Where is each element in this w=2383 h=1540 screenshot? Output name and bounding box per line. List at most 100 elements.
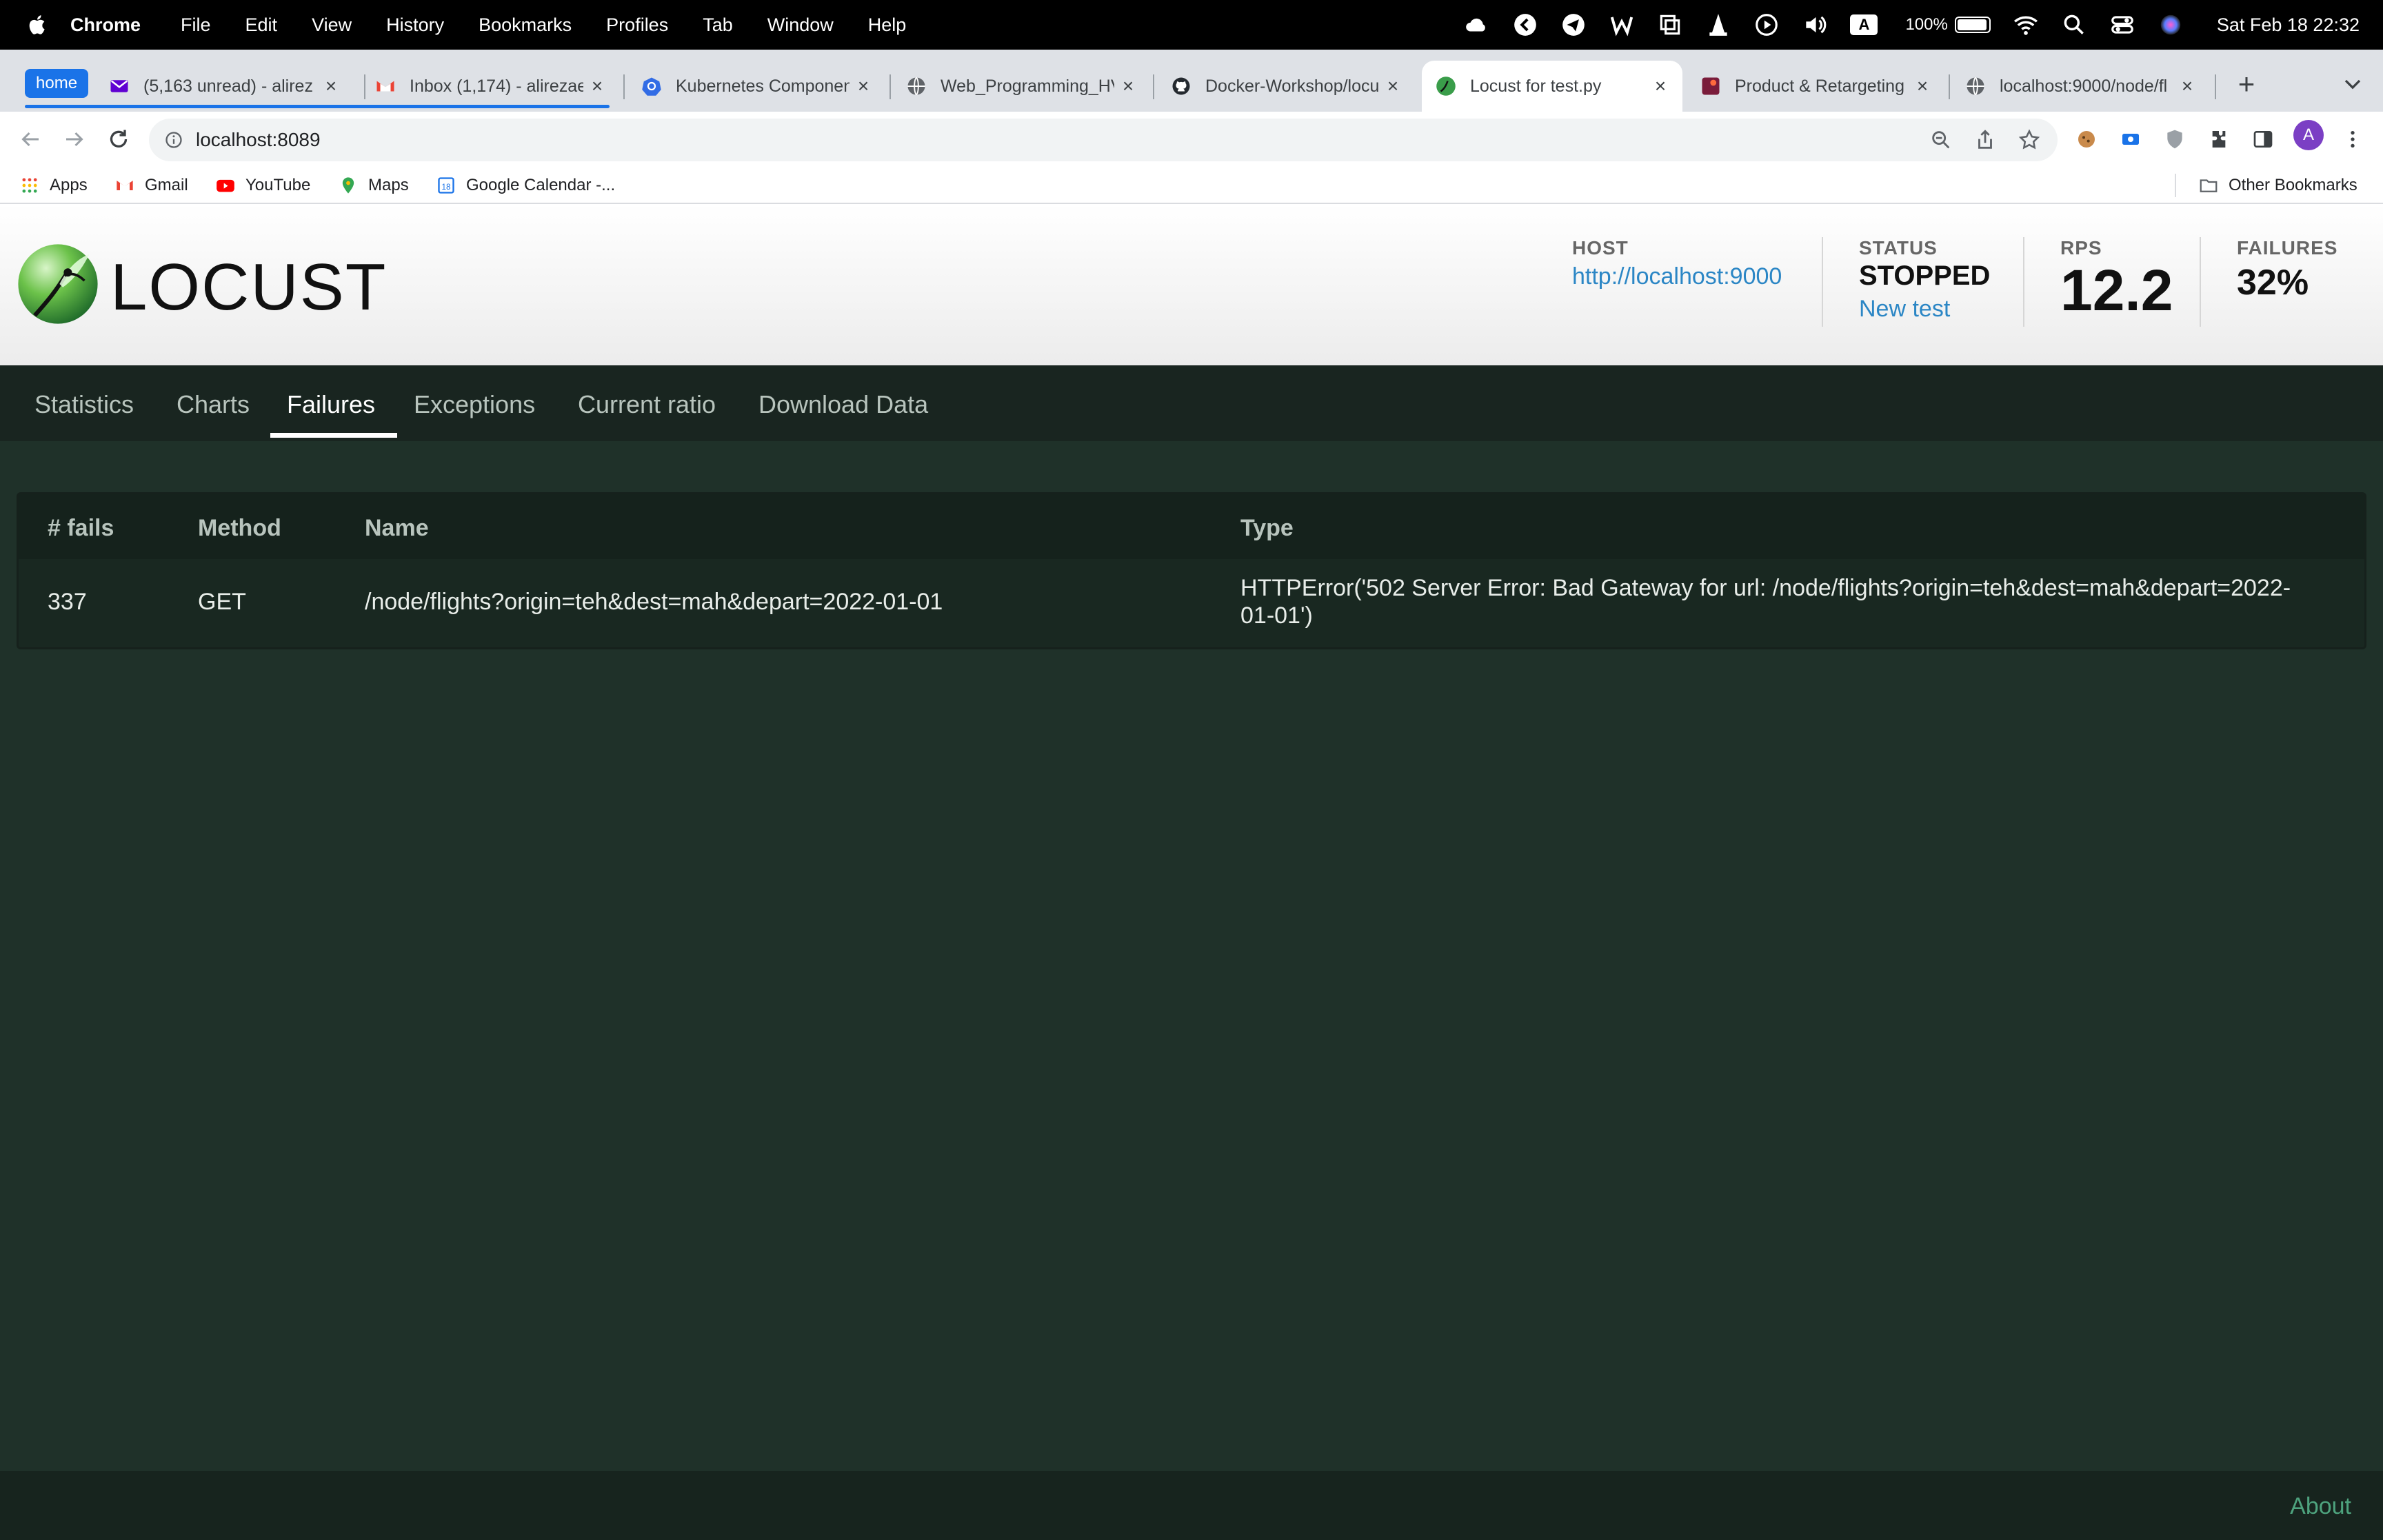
menu-file[interactable]: File [181,14,211,36]
vlc-cone-icon[interactable] [1705,12,1731,38]
back-arrow-icon[interactable] [14,123,47,156]
locust-footer: About [0,1471,2383,1540]
bookmark-apps[interactable]: Apps [19,174,88,197]
column-header-type[interactable]: Type [1240,515,1294,542]
bookmark-maps[interactable]: Maps [338,174,409,197]
extensions-puzzle-icon[interactable] [2205,125,2233,153]
menu-history[interactable]: History [386,14,444,36]
close-tab-icon[interactable]: × [854,77,873,96]
spotlight-search-icon[interactable] [2061,12,2087,38]
menu-app-name[interactable]: Chrome [70,14,141,36]
calendar-icon: 18 [436,175,456,196]
control-center-icon[interactable] [2109,12,2135,38]
menu-profiles[interactable]: Profiles [606,14,668,36]
host-link[interactable]: http://localhost:9000 [1572,263,1782,290]
tab-web-programming[interactable]: Web_Programming_HV × [906,61,1150,112]
bookmark-other-bookmarks[interactable]: Other Bookmarks [2198,174,2357,197]
menubar-clock[interactable]: Sat Feb 18 22:32 [2217,14,2360,36]
menu-window[interactable]: Window [767,14,834,36]
tab-failures[interactable]: Failures [287,390,375,419]
bookmark-star-icon[interactable] [2018,128,2041,152]
site-info-icon[interactable] [164,130,183,150]
tab-docker-workshop[interactable]: Docker-Workshop/locu × [1171,61,1415,112]
url-text[interactable]: localhost:8089 [196,129,321,151]
column-header-fails[interactable]: # fails [48,515,114,542]
cloud-sync-icon[interactable] [1464,12,1490,38]
close-tab-icon[interactable]: × [1118,77,1138,96]
stat-divider [2200,237,2201,327]
wifi-icon[interactable] [2013,12,2039,38]
tab-label: Locust for test.py [1470,76,1602,96]
gmail-icon [114,175,135,196]
menu-edit[interactable]: Edit [245,14,278,36]
cell-name: /node/flights?origin=teh&dest=mah&depart… [365,589,943,615]
tab-gmail-inbox[interactable]: Inbox (1,174) - alirezae × [375,61,619,112]
tab-product-retargeting[interactable]: Product & Retargeting × [1700,61,1944,112]
globe-icon [906,76,927,97]
extension-screen-capture-icon[interactable] [2117,125,2144,153]
side-panel-icon[interactable] [2249,125,2277,153]
tab-charts[interactable]: Charts [177,390,250,419]
extension-shield-icon[interactable] [2161,125,2189,153]
tab-statistics[interactable]: Statistics [34,390,134,419]
column-header-name[interactable]: Name [365,515,429,542]
menu-help[interactable]: Help [868,14,907,36]
bookmark-label: Apps [50,176,88,194]
clipboard-icon[interactable] [1657,12,1683,38]
tab-search-chevron-icon[interactable] [2339,70,2366,98]
locust-logo-text: LOCUST [110,250,388,324]
browser-toolbar: localhost:8089 [0,112,2383,167]
tab-current-ratio[interactable]: Current ratio [578,390,716,419]
bookmark-google-calendar[interactable]: 18 Google Calendar -... [436,174,615,197]
volume-icon[interactable] [1802,12,1828,38]
tab-kubernetes[interactable]: Kubernetes Componen × [641,61,885,112]
bookmark-gmail[interactable]: Gmail [114,174,188,197]
apple-logo-icon[interactable] [26,13,50,37]
tab-locust-active[interactable]: Locust for test.py × [1422,61,1682,112]
bookmark-youtube[interactable]: YouTube [215,174,310,197]
siri-icon[interactable] [2158,12,2184,38]
input-source-badge[interactable]: A [1850,14,1878,35]
tab-localhost-9000[interactable]: localhost:9000/node/fl × [1965,61,2209,112]
new-test-link[interactable]: New test [1859,296,1990,323]
column-header-method[interactable]: Method [198,515,281,542]
macos-menubar: Chrome File Edit View History Bookmarks … [0,0,2383,50]
active-tab-indicator [270,433,397,438]
menu-view[interactable]: View [312,14,352,36]
back-arrow-app-icon[interactable] [1512,12,1538,38]
close-tab-icon[interactable]: × [321,77,341,96]
chrome-menu-icon[interactable] [2339,125,2366,153]
extension-cookie-icon[interactable] [2073,125,2100,153]
about-link[interactable]: About [2290,1493,2351,1520]
tab-group-home[interactable]: home [25,69,89,98]
close-tab-icon[interactable]: × [1913,77,1932,96]
menu-bookmarks[interactable]: Bookmarks [479,14,572,36]
kubernetes-icon [641,76,662,97]
new-tab-button[interactable]: + [2231,69,2262,99]
close-tab-icon[interactable]: × [1651,77,1670,96]
browser-tab-strip: home (5,163 unread) - alirez × Inbox (1,… [0,50,2383,112]
battery-icon[interactable] [1954,17,1991,33]
menu-tab[interactable]: Tab [703,14,733,36]
bookmark-label: Google Calendar -... [466,176,616,194]
close-tab-icon[interactable]: × [587,77,607,96]
profile-avatar[interactable]: A [2293,120,2324,150]
vpn-w-icon[interactable] [1609,12,1635,38]
close-tab-icon[interactable]: × [2178,77,2197,96]
telegram-icon[interactable] [1560,12,1587,38]
forward-arrow-icon[interactable] [58,123,91,156]
close-tab-icon[interactable]: × [1383,77,1402,96]
reload-icon[interactable] [102,123,135,156]
address-bar[interactable]: localhost:8089 [149,119,2058,161]
stat-divider [1822,237,1823,327]
locust-logo-icon[interactable] [17,243,99,325]
share-icon[interactable] [1973,128,1997,152]
tab-exceptions[interactable]: Exceptions [414,390,535,419]
tab-label: Product & Retargeting [1735,76,1904,96]
rps-label: RPS [2060,237,2102,259]
play-circle-icon[interactable] [1753,12,1780,38]
tab-download-data[interactable]: Download Data [758,390,928,419]
bookmark-label: Maps [368,176,409,194]
tab-yahoo-mail[interactable]: (5,163 unread) - alirez × [109,61,353,112]
zoom-icon[interactable] [1929,128,1953,152]
